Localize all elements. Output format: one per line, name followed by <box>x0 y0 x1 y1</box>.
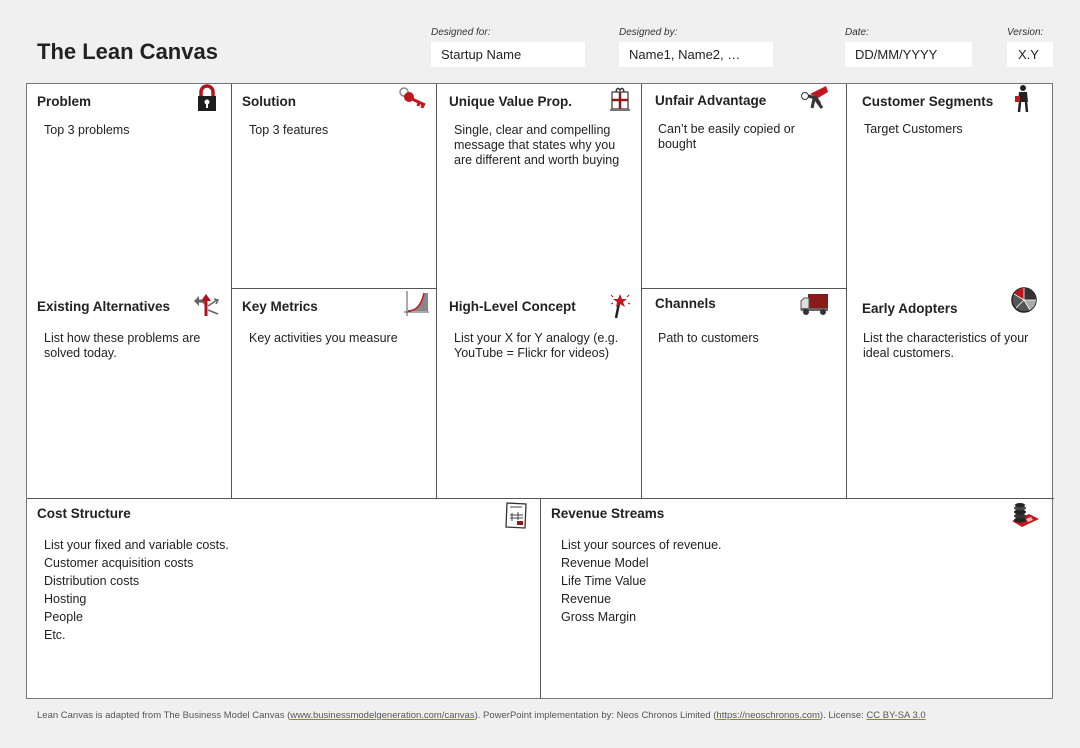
padlock-icon <box>198 84 216 111</box>
existing-alternatives-title: Existing Alternatives <box>37 299 171 314</box>
unfair-advantage-title: Unfair Advantage <box>655 93 767 108</box>
page-title: The Lean Canvas <box>37 39 218 64</box>
revenue-item: Revenue Model <box>561 556 649 570</box>
existing-alternatives-text: List how these problems are solved today… <box>44 331 201 360</box>
lean-canvas-grid: Problem Top 3 problems Existing Alternat… <box>26 83 1054 699</box>
key-icon <box>399 87 426 109</box>
superhero-icon <box>801 86 828 109</box>
problem-title: Problem <box>37 94 92 109</box>
channels-text: Path to customers <box>658 331 759 345</box>
unique-value-prop-block[interactable]: Unique Value Prop. Single, clear and com… <box>437 84 642 289</box>
magic-wand-icon <box>610 294 631 319</box>
high-level-concept-block[interactable]: High-Level Concept List your X for Y ana… <box>437 289 642 499</box>
neoschronos-link[interactable]: https://neoschronos.com <box>716 710 820 721</box>
cost-structure-list: List your fixed and variable costs. Cust… <box>44 536 444 644</box>
key-metrics-text: Key activities you measure <box>249 331 398 345</box>
unfair-advantage-text: Can’t be easily copied or bought <box>658 122 795 151</box>
date-field[interactable]: DD/MM/YYYY <box>845 42 972 67</box>
channels-block[interactable]: Channels Path to customers <box>642 289 847 499</box>
solution-text: Top 3 features <box>249 123 329 137</box>
license-link[interactable]: CC BY-SA 3.0 <box>866 710 925 721</box>
cost-item: List your fixed and variable costs. <box>44 538 229 552</box>
revenue-item: Gross Margin <box>561 610 637 624</box>
version-label: Version: <box>1007 27 1044 38</box>
delivery-truck-icon <box>800 294 828 315</box>
growth-chart-icon <box>404 291 429 316</box>
customer-segments-title: Customer Segments <box>862 94 994 109</box>
bmc-link[interactable]: www.businessmodelgeneration.com/canvas <box>290 710 474 721</box>
early-adopters-text: List the characteristics of your ideal c… <box>863 331 1029 360</box>
designed-for-field[interactable]: Startup Name <box>431 42 585 67</box>
revenue-item: Life Time Value <box>561 574 647 588</box>
cost-structure-title: Cost Structure <box>37 506 131 521</box>
solution-block[interactable]: Solution Top 3 features <box>232 84 437 289</box>
key-metrics-block[interactable]: Key Metrics Key activities you measure <box>232 289 437 499</box>
existing-alternatives-block[interactable]: Existing Alternatives List how these pro… <box>27 289 232 499</box>
unique-value-prop-title: Unique Value Prop. <box>449 94 573 109</box>
diverging-arrows-icon <box>194 294 220 316</box>
solution-title: Solution <box>242 94 296 109</box>
coins-icon <box>1012 503 1039 527</box>
high-level-concept-text: List your X for Y analogy (e.g. YouTube … <box>454 331 619 360</box>
problem-text: Top 3 problems <box>44 123 130 137</box>
channels-title: Channels <box>655 296 716 311</box>
designed-by-field[interactable]: Name1, Name2, … <box>619 42 773 67</box>
cost-item: People <box>44 610 83 624</box>
high-level-concept-title: High-Level Concept <box>449 299 576 314</box>
designed-by-label: Designed by: <box>619 27 678 38</box>
date-label: Date: <box>845 27 869 38</box>
receipt-icon <box>505 502 527 529</box>
footer-text-2: ). PowerPoint implementation by: Neos Ch… <box>474 710 717 721</box>
version-field[interactable]: X.Y <box>1007 42 1053 67</box>
footer-text-1: Lean Canvas is adapted from The Business… <box>37 710 291 721</box>
version-group: Version: X.Y <box>1007 26 1053 67</box>
revenue-item: List your sources of revenue. <box>561 538 722 552</box>
cost-item: Etc. <box>44 628 66 642</box>
cost-item: Hosting <box>44 592 87 606</box>
pie-chart-icon <box>1011 287 1037 313</box>
unique-value-prop-text: Single, clear and compelling message tha… <box>454 123 620 167</box>
customer-segments-text: Target Customers <box>864 122 963 136</box>
unfair-advantage-block[interactable]: Unfair Advantage Can’t be easily copied … <box>642 84 847 289</box>
early-adopters-block[interactable]: Early Adopters List the characteristics … <box>847 287 1054 499</box>
designed-for-group: Designed for: Startup Name <box>431 26 585 67</box>
cost-item: Customer acquisition costs <box>44 556 194 570</box>
attribution-footer: Lean Canvas is adapted from The Business… <box>37 710 926 721</box>
date-group: Date: DD/MM/YYYY <box>845 26 972 67</box>
designed-by-group: Designed by: Name1, Name2, … <box>619 26 773 67</box>
customer-segments-block[interactable]: Customer Segments Target Customers <box>847 84 1054 289</box>
cost-structure-block[interactable]: Cost Structure List your fixed and varia… <box>27 499 541 698</box>
early-adopters-title: Early Adopters <box>862 301 958 316</box>
revenue-streams-title: Revenue Streams <box>551 506 665 521</box>
cost-item: Distribution costs <box>44 574 140 588</box>
revenue-streams-block[interactable]: Revenue Streams List your sources of rev… <box>541 499 1054 698</box>
businessman-icon <box>1015 85 1029 112</box>
revenue-item: Revenue <box>561 592 612 606</box>
revenue-streams-list: List your sources of revenue. Revenue Mo… <box>561 536 961 626</box>
key-metrics-title: Key Metrics <box>242 299 318 314</box>
designed-for-label: Designed for: <box>431 27 491 38</box>
footer-text-3: ). License: <box>819 710 867 721</box>
gift-box-icon <box>610 87 630 111</box>
